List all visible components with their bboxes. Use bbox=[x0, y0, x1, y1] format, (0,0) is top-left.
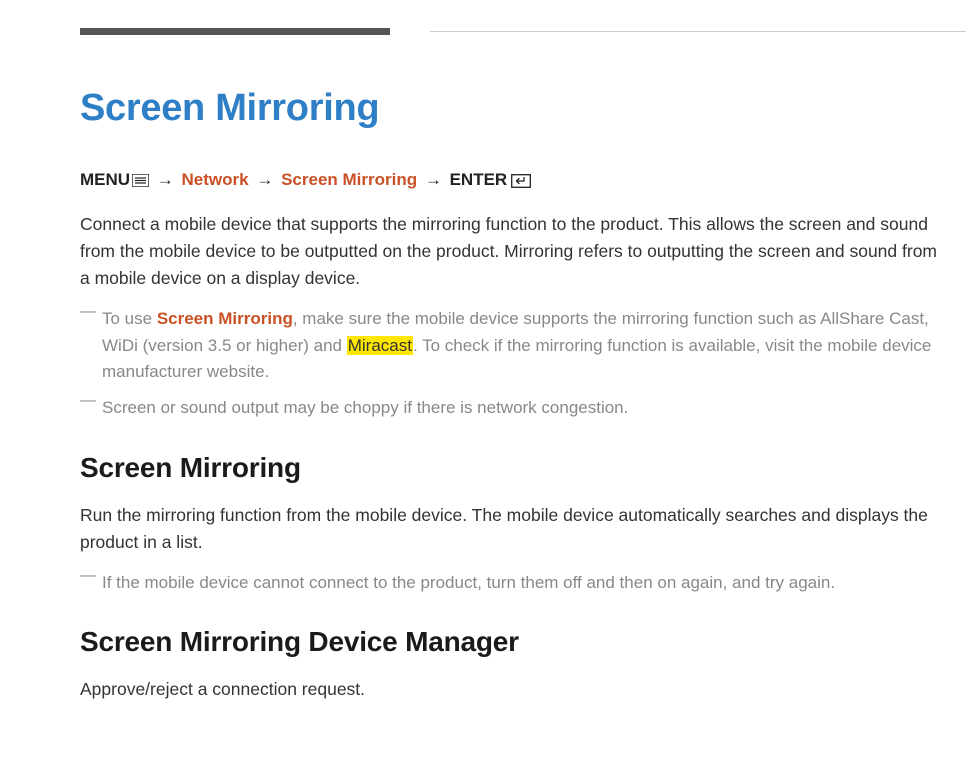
note-text-prefix: To use bbox=[102, 309, 157, 328]
intro-paragraph: Connect a mobile device that supports th… bbox=[80, 211, 940, 292]
breadcrumb-network: Network bbox=[182, 170, 249, 189]
top-bar-light bbox=[430, 31, 966, 32]
breadcrumb: MENU → Network → Screen Mirroring → ENTE… bbox=[80, 170, 940, 193]
breadcrumb-menu: MENU bbox=[80, 170, 130, 189]
arrow-icon: → bbox=[425, 170, 442, 189]
section-heading: Screen Mirroring Device Manager bbox=[80, 626, 940, 658]
note-list-main: To use Screen Mirroring, make sure the m… bbox=[80, 306, 940, 421]
page-title: Screen Mirroring bbox=[80, 87, 940, 130]
note-link: Screen Mirroring bbox=[157, 309, 293, 328]
note-list-section2: If the mobile device cannot connect to t… bbox=[80, 570, 940, 596]
section-heading: Screen Mirroring bbox=[80, 452, 940, 484]
top-ruler bbox=[0, 0, 966, 35]
section-paragraph: Run the mirroring function from the mobi… bbox=[80, 502, 940, 556]
top-bar-dark bbox=[80, 28, 390, 35]
menu-icon bbox=[132, 172, 149, 192]
breadcrumb-screen-mirroring: Screen Mirroring bbox=[281, 170, 417, 189]
highlight-text: Miracast bbox=[347, 336, 413, 355]
enter-icon bbox=[511, 173, 531, 193]
note-item: To use Screen Mirroring, make sure the m… bbox=[80, 306, 940, 385]
note-item: Screen or sound output may be choppy if … bbox=[80, 395, 940, 421]
arrow-icon: → bbox=[157, 170, 174, 189]
document-content: Screen Mirroring MENU → Network → Screen… bbox=[0, 35, 966, 703]
breadcrumb-enter: ENTER bbox=[450, 170, 508, 189]
section-paragraph: Approve/reject a connection request. bbox=[80, 676, 940, 703]
arrow-icon: → bbox=[256, 170, 273, 189]
note-item: If the mobile device cannot connect to t… bbox=[80, 570, 940, 596]
